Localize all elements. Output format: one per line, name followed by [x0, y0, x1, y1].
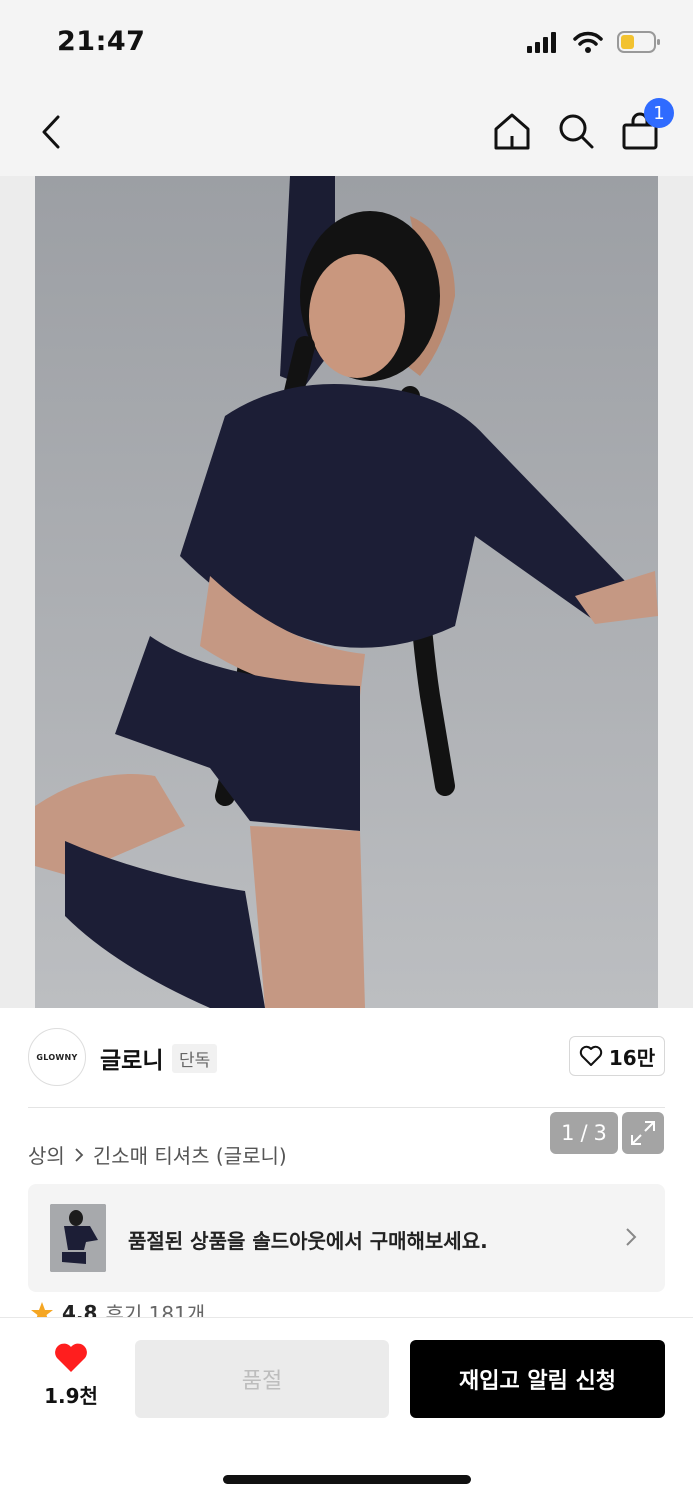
- status-time: 21:47: [57, 26, 146, 57]
- expand-icon: [631, 1121, 655, 1145]
- soldout-banner[interactable]: 품절된 상품을 솔드아웃에서 구매해보세요.: [28, 1184, 665, 1292]
- breadcrumb: 상의 긴소매 티셔츠 (글로니): [28, 1140, 287, 1169]
- product-image-gallery[interactable]: 1 / 3: [0, 176, 693, 1154]
- exclusive-badge: 단독: [172, 1044, 218, 1073]
- wishlist-count: 1.9천: [44, 1384, 98, 1408]
- chevron-right-icon: [75, 1147, 84, 1162]
- brand-name[interactable]: 글로니: [100, 1041, 163, 1075]
- status-bar: 21:47: [0, 0, 693, 88]
- wishlist-button[interactable]: 1.9천: [40, 1342, 102, 1409]
- chevron-right-icon: [626, 1228, 637, 1246]
- search-button[interactable]: [556, 110, 596, 152]
- home-button[interactable]: [492, 110, 532, 152]
- bottom-action-bar: 1.9천 품절 재입고 알림 신청: [0, 1317, 693, 1501]
- pager-total: 3: [593, 1121, 607, 1145]
- home-icon: [494, 113, 530, 150]
- brand-logo-text: GLOWNY: [36, 1052, 78, 1062]
- brand-logo[interactable]: GLOWNY: [28, 1028, 86, 1086]
- search-icon: [559, 114, 594, 149]
- fullscreen-button[interactable]: [622, 1112, 664, 1154]
- breadcrumb-subcategory[interactable]: 긴소매 티셔츠 (글로니): [93, 1140, 287, 1169]
- image-pager: 1 / 3: [550, 1112, 618, 1154]
- cart-count-badge: 1: [644, 98, 674, 128]
- cart-button[interactable]: 1: [620, 98, 674, 152]
- battery-icon: [617, 31, 660, 53]
- banner-thumbnail: [50, 1204, 106, 1272]
- heart-filled-icon: [55, 1343, 87, 1372]
- home-indicator: [223, 1475, 471, 1484]
- cellular-signal-icon: [527, 32, 556, 53]
- heart-outline-icon: [579, 1045, 603, 1066]
- wifi-icon: [573, 31, 603, 53]
- pager-separator: /: [580, 1121, 588, 1145]
- back-button[interactable]: [34, 110, 68, 154]
- nav-bar: 1: [0, 88, 693, 176]
- soldout-banner-text: 품절된 상품을 솔드아웃에서 구매해보세요.: [128, 1229, 488, 1253]
- brand-like-button[interactable]: 16만: [569, 1036, 665, 1076]
- breadcrumb-category[interactable]: 상의: [28, 1140, 65, 1169]
- restock-alert-button[interactable]: 재입고 알림 신청: [410, 1340, 665, 1418]
- status-icons: [527, 30, 661, 54]
- brand-row: GLOWNY 글로니 단독 16만: [28, 1028, 665, 1086]
- divider: [28, 1107, 665, 1108]
- soldout-button: 품절: [135, 1340, 389, 1418]
- product-photo: [35, 176, 658, 1008]
- brand-like-count: 16만: [608, 1045, 656, 1070]
- pager-current: 1: [561, 1121, 575, 1145]
- chevron-left-icon: [42, 115, 60, 149]
